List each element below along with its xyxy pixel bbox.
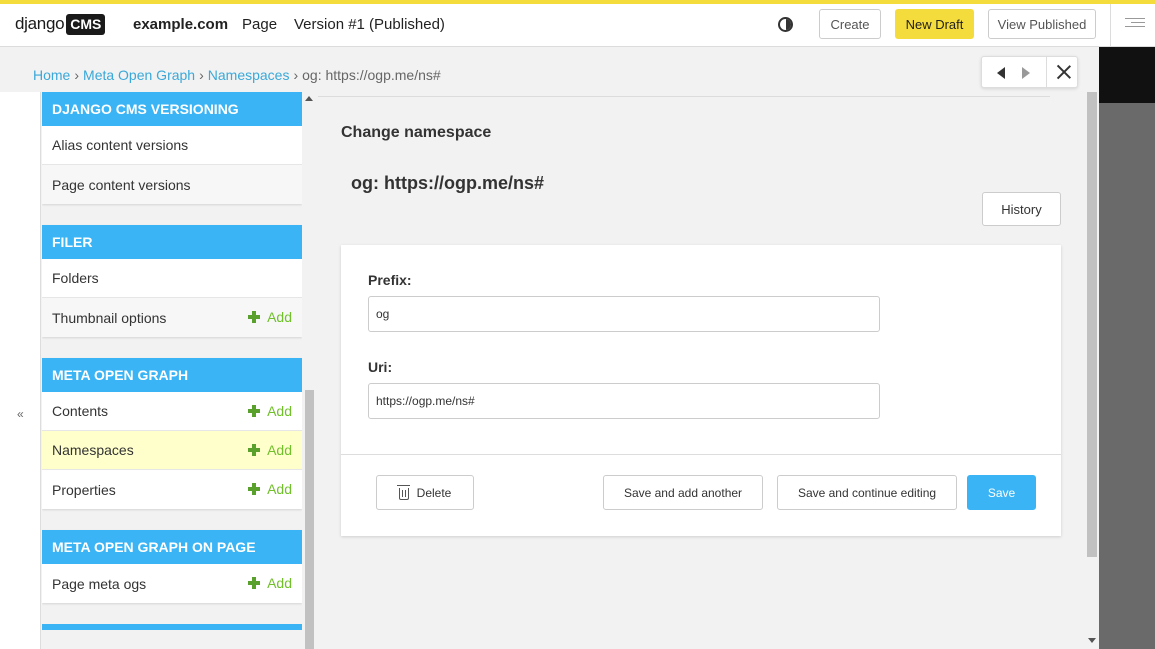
- breadcrumb-home[interactable]: Home: [33, 67, 70, 83]
- page-overlay: [1099, 103, 1155, 649]
- django-cms-logo[interactable]: django CMS: [15, 12, 106, 36]
- breadcrumb-current: og: https://ogp.me/ns#: [302, 67, 441, 83]
- scroll-up-icon[interactable]: [305, 96, 313, 101]
- nav-item-label[interactable]: Page meta ogs: [52, 576, 146, 592]
- plus-icon: [248, 405, 261, 417]
- nav-item-label[interactable]: Folders: [52, 270, 99, 286]
- add-label: Add: [267, 309, 292, 325]
- delete-label: Delete: [416, 485, 452, 500]
- nav-item-page-content-versions[interactable]: Page content versions: [42, 165, 302, 204]
- breadcrumb-app[interactable]: Meta Open Graph: [83, 67, 195, 83]
- scrollbar-thumb[interactable]: [305, 390, 314, 649]
- nav-item-alias-content-versions[interactable]: Alias content versions: [42, 126, 302, 165]
- add-link[interactable]: Add: [248, 575, 292, 591]
- nav-item-label[interactable]: Properties: [52, 482, 116, 498]
- nav-item-label[interactable]: Namespaces: [52, 442, 134, 458]
- scrollbar-thumb[interactable]: [1087, 92, 1097, 557]
- nav-collapse-strip[interactable]: «: [0, 92, 41, 649]
- new-draft-button[interactable]: New Draft: [895, 9, 974, 39]
- admin-modal: Home › Meta Open Graph › Namespaces › og: http…: [0, 47, 1099, 649]
- prefix-label: Prefix:: [368, 272, 412, 288]
- plus-icon: [248, 311, 261, 323]
- collapse-sidebar-icon[interactable]: «: [17, 407, 24, 421]
- sideframe-header: [1099, 47, 1155, 103]
- sideframe-menu-icon[interactable]: [1125, 18, 1145, 32]
- plus-icon: [248, 444, 261, 456]
- add-label: Add: [267, 442, 292, 458]
- add-link[interactable]: Add: [248, 442, 292, 458]
- module-header[interactable]: META OPEN GRAPH: [42, 358, 302, 392]
- minimize-left-icon[interactable]: [997, 67, 1005, 79]
- module-header[interactable]: META OPEN GRAPH ON PAGE: [42, 530, 302, 564]
- cms-toolbar: django CMS example.com Page Version #1 (…: [0, 0, 1155, 47]
- module-django-cms-versioning: DJANGO CMS VERSIONING Alias content vers…: [42, 92, 302, 204]
- breadcrumb-separator: ›: [74, 67, 80, 83]
- module-header[interactable]: DJANGO CMS VERSIONING: [42, 92, 302, 126]
- site-menu[interactable]: example.com: [133, 16, 228, 33]
- version-menu[interactable]: Version #1 (Published): [294, 16, 445, 33]
- nav-item-properties[interactable]: Properties Add: [42, 470, 302, 509]
- change-form: Prefix: Uri: Delete Save and add another…: [341, 245, 1061, 536]
- logo-cms-badge: CMS: [66, 13, 106, 35]
- nav-item-label[interactable]: Contents: [52, 403, 108, 419]
- add-link[interactable]: Add: [248, 481, 292, 497]
- controls-divider: [1046, 57, 1047, 87]
- maximize-right-icon[interactable]: [1022, 67, 1030, 79]
- module-header[interactable]: FILER: [42, 225, 302, 259]
- submit-row-divider: [341, 454, 1061, 455]
- plus-icon: [248, 577, 261, 589]
- page-menu[interactable]: Page: [242, 16, 277, 33]
- nav-item-label[interactable]: Page content versions: [52, 177, 191, 193]
- breadcrumb-separator: ›: [199, 67, 204, 83]
- modal-controls: [981, 56, 1078, 88]
- module-header-cutoff: [42, 624, 302, 630]
- view-published-button[interactable]: View Published: [988, 9, 1096, 39]
- trash-icon: [396, 484, 410, 500]
- breadcrumb-divider: [318, 96, 1050, 97]
- create-button[interactable]: Create: [819, 9, 881, 39]
- add-link[interactable]: Add: [248, 403, 292, 419]
- plus-icon: [248, 483, 261, 495]
- main-scrollbar[interactable]: [1085, 92, 1099, 649]
- contrast-toggle-icon[interactable]: [778, 17, 793, 32]
- breadcrumb: Home › Meta Open Graph › Namespaces › og: http…: [33, 67, 441, 83]
- module-meta-open-graph: META OPEN GRAPH Contents Add Namespaces …: [42, 358, 302, 509]
- module-filer: FILER Folders Thumbnail options Add: [42, 225, 302, 337]
- delete-button[interactable]: Delete: [376, 475, 474, 510]
- toolbar-divider: [1110, 4, 1111, 47]
- add-label: Add: [267, 575, 292, 591]
- save-and-continue-button[interactable]: Save and continue editing: [777, 475, 957, 510]
- sidebar-scrollbar[interactable]: [302, 92, 316, 649]
- uri-input[interactable]: [368, 383, 880, 419]
- nav-item-contents[interactable]: Contents Add: [42, 392, 302, 431]
- admin-nav-sidebar: DJANGO CMS VERSIONING Alias content vers…: [42, 92, 302, 649]
- uri-label: Uri:: [368, 359, 393, 375]
- add-label: Add: [267, 481, 292, 497]
- history-button[interactable]: History: [982, 192, 1061, 226]
- add-label: Add: [267, 403, 292, 419]
- breadcrumb-model[interactable]: Namespaces: [208, 67, 290, 83]
- object-title: og: https://ogp.me/ns#: [351, 173, 544, 193]
- nav-item-thumbnail-options[interactable]: Thumbnail options Add: [42, 298, 302, 337]
- add-link[interactable]: Add: [248, 309, 292, 325]
- scroll-down-icon[interactable]: [1088, 638, 1096, 643]
- nav-item-folders[interactable]: Folders: [42, 259, 302, 298]
- module-meta-open-graph-on-page: META OPEN GRAPH ON PAGE Page meta ogs Ad…: [42, 530, 302, 603]
- nav-item-label[interactable]: Alias content versions: [52, 137, 188, 153]
- nav-item-page-meta-ogs[interactable]: Page meta ogs Add: [42, 564, 302, 603]
- close-icon[interactable]: [1056, 64, 1072, 80]
- breadcrumb-separator: ›: [293, 67, 299, 83]
- save-and-add-another-button[interactable]: Save and add another: [603, 475, 763, 510]
- page-title: Change namespace: [341, 124, 492, 141]
- prefix-input[interactable]: [368, 296, 880, 332]
- save-button[interactable]: Save: [967, 475, 1036, 510]
- logo-django-text: django: [15, 14, 65, 33]
- nav-item-label[interactable]: Thumbnail options: [52, 310, 166, 326]
- nav-item-namespaces[interactable]: Namespaces Add: [42, 431, 302, 470]
